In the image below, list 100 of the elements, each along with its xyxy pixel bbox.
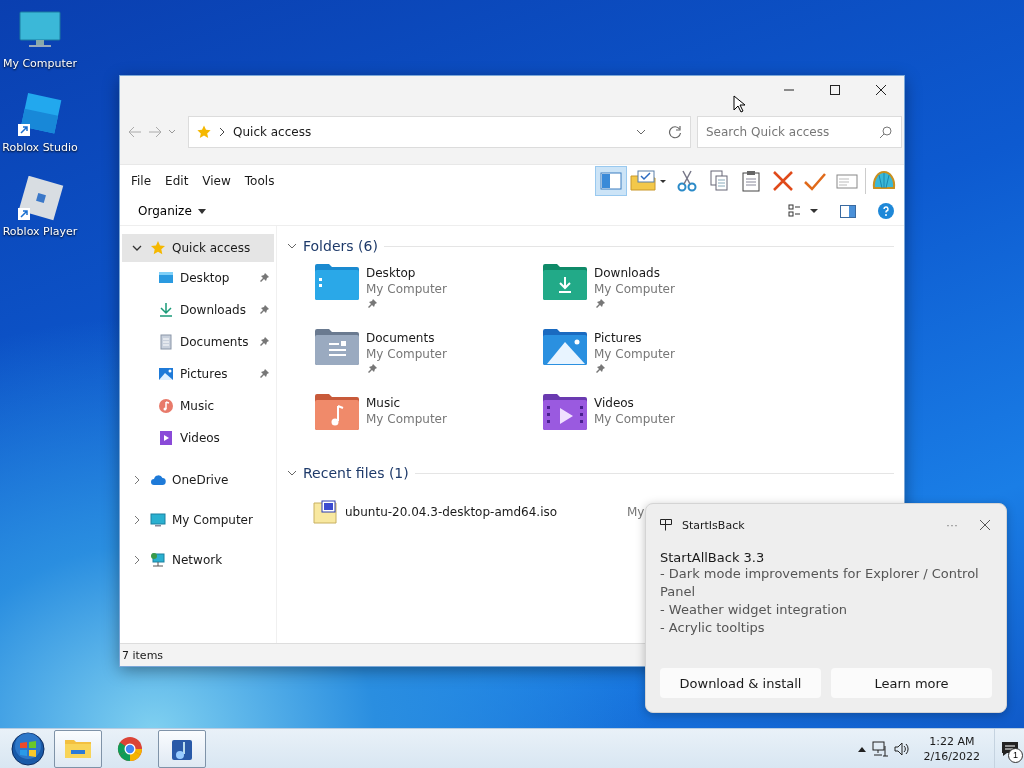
chevron-icon[interactable]: [134, 515, 140, 525]
chevron-icon[interactable]: [134, 475, 140, 485]
sidebar-item[interactable]: Quick access: [122, 234, 274, 262]
picture-icon: [158, 366, 174, 382]
action-button[interactable]: Learn more: [831, 668, 992, 698]
pin-icon: [366, 298, 378, 310]
section-title[interactable]: Recent files (1): [303, 465, 409, 481]
notification-text: - Acrylic tooltips: [660, 619, 766, 637]
app-name: StartIsBack: [682, 518, 746, 532]
close-icon: [772, 170, 794, 192]
address-path: Quick access: [233, 125, 313, 139]
app-icon: [660, 519, 672, 531]
sidebar-item[interactable]: Downloads: [122, 294, 274, 326]
notification-title: StartAllBack 3.3: [660, 550, 766, 565]
download-icon: [158, 302, 174, 318]
sidebar-item[interactable]: Videos: [122, 422, 274, 454]
notification-badge: 1: [1008, 748, 1023, 763]
pin-icon: [594, 363, 606, 375]
chevron-icon: [219, 127, 225, 137]
document-icon: [158, 334, 174, 350]
search-icon[interactable]: [879, 126, 892, 139]
folder-name[interactable]: Pictures: [594, 331, 675, 345]
help-button[interactable]: [876, 201, 896, 221]
sidebar-item[interactable]: Desktop: [122, 262, 274, 294]
maximize-icon: [830, 85, 840, 95]
file-name[interactable]: ubuntu-20.04.3-desktop-amd64.iso: [345, 505, 627, 519]
folder-name[interactable]: Videos: [594, 396, 675, 410]
sidebar-item[interactable]: OneDrive: [122, 466, 274, 494]
folder-location: My Computer: [594, 412, 675, 426]
refresh-icon[interactable]: [668, 125, 682, 139]
folder-location: My Computer: [594, 282, 675, 296]
pane-icon: [840, 204, 856, 218]
pin-icon[interactable]: [258, 272, 270, 284]
desktop-icon-label[interactable]: Roblox Studio: [2, 141, 78, 154]
folder-icon[interactable]: [543, 394, 587, 430]
help-icon: [878, 203, 894, 219]
close-button[interactable]: [978, 518, 992, 532]
windows-logo-icon: [11, 732, 45, 766]
close-icon: [980, 520, 990, 530]
network-icon[interactable]: [871, 741, 888, 757]
dropdown-icon[interactable]: [636, 129, 646, 135]
video-icon: [158, 430, 174, 446]
music-icon: [158, 398, 174, 414]
volume-icon[interactable]: [893, 741, 910, 757]
menu-item[interactable]: Edit: [158, 170, 196, 192]
taskbar-button[interactable]: [158, 730, 206, 768]
pin-icon[interactable]: [258, 304, 270, 316]
chevron-icon[interactable]: [134, 555, 140, 565]
star-icon: [197, 125, 211, 139]
action-button[interactable]: Download & install: [660, 668, 821, 698]
folder-location: My Computer: [594, 347, 675, 361]
sidebar-item[interactable]: Music: [122, 390, 274, 422]
menu-item[interactable]: File: [124, 170, 159, 192]
chevron-icon[interactable]: [287, 470, 297, 476]
close-icon: [876, 85, 886, 95]
folder-name[interactable]: Music: [366, 396, 447, 410]
pane-icon: [600, 170, 622, 192]
preview-pane-button[interactable]: [838, 202, 858, 220]
search-field[interactable]: Search Quick access: [697, 116, 902, 148]
folder-name[interactable]: Documents: [366, 331, 447, 345]
folder-name[interactable]: Downloads: [594, 266, 675, 280]
toolbar-button[interactable]: [595, 166, 627, 196]
desktop-icon-label[interactable]: Roblox Player: [2, 225, 78, 238]
chevron-icon[interactable]: [132, 245, 142, 251]
folder-check-icon: [630, 170, 668, 192]
folder-location: My Computer: [366, 282, 447, 296]
monitor-icon: [150, 512, 166, 528]
view-options-button[interactable]: [786, 202, 820, 220]
desktop-icon-label[interactable]: My Computer: [2, 57, 78, 70]
disc-image-icon[interactable]: [313, 500, 337, 524]
view-icon: [788, 204, 818, 218]
more-button[interactable]: ···: [936, 518, 968, 532]
scissors-icon: [676, 170, 698, 192]
notification-text: - Dark mode improvements for Explorer / Control Panel: [660, 565, 980, 601]
browser-icon: [115, 734, 145, 764]
sidebar-item[interactable]: Documents: [122, 326, 274, 358]
menu-item[interactable]: Tools: [237, 170, 282, 192]
network-icon: [150, 552, 166, 568]
sidebar-item[interactable]: Pictures: [122, 358, 274, 390]
clock-date[interactable]: 2/16/2022: [923, 749, 980, 764]
chevron-icon[interactable]: [287, 243, 297, 249]
folder-name[interactable]: Desktop: [366, 266, 447, 280]
section-title[interactable]: Folders (6): [303, 238, 378, 254]
action-center-button[interactable]: 1: [994, 729, 1024, 768]
pin-icon[interactable]: [258, 336, 270, 348]
pin-icon: [594, 298, 606, 310]
folder-icon[interactable]: [543, 329, 587, 365]
address-bar[interactable]: Quick access: [188, 116, 691, 148]
caret-icon[interactable]: [857, 746, 866, 752]
sidebar-item[interactable]: My Computer: [122, 506, 274, 534]
pin-icon[interactable]: [258, 368, 270, 380]
pin-icon: [366, 363, 378, 375]
organize-button[interactable]: Organize: [130, 201, 214, 221]
file-location: My: [627, 505, 645, 519]
shell-icon: [872, 170, 896, 192]
folder-location: My Computer: [366, 412, 447, 426]
clock-time[interactable]: 1:22 AM: [929, 734, 975, 749]
sidebar-item[interactable]: Network: [122, 546, 274, 574]
taskbar-button[interactable]: [54, 730, 102, 768]
menu-item[interactable]: View: [195, 170, 238, 192]
